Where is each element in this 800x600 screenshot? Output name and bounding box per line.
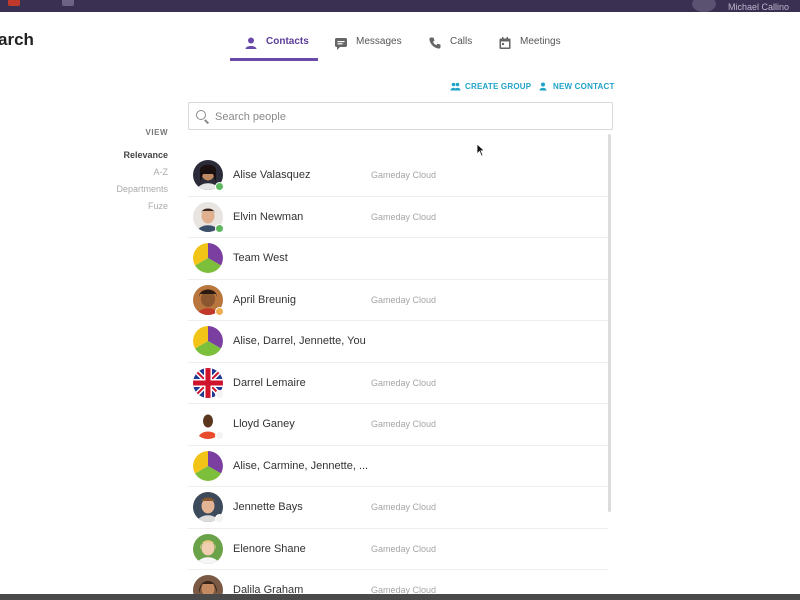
tab-meetings[interactable]: Meetings: [498, 30, 561, 60]
app-top-bar: Michael Callino: [0, 0, 800, 12]
new-contact-label: NEW CONTACT: [553, 82, 615, 91]
group-name: Team West: [233, 252, 288, 264]
contact-row[interactable]: Darrel Lemaire Gameday Cloud: [188, 363, 608, 404]
search-icon: [196, 110, 206, 120]
view-label: VIEW: [145, 128, 168, 137]
tab-label: Meetings: [520, 36, 561, 47]
user-name[interactable]: Michael Callino: [728, 2, 789, 12]
contact-row[interactable]: Elenore Shane Gameday Cloud: [188, 529, 608, 570]
view-option-fuze[interactable]: Fuze: [116, 201, 168, 211]
active-tab-indicator: [230, 58, 318, 61]
contact-name: Jennette Bays: [233, 501, 303, 513]
group-row[interactable]: Alise, Darrel, Jennette, You: [188, 321, 608, 363]
contact-row[interactable]: Elvin Newman Gameday Cloud: [188, 197, 608, 238]
group-name: Alise, Darrel, Jennette, You: [233, 335, 366, 347]
create-group-button[interactable]: CREATE GROUP: [450, 82, 531, 91]
view-filter: VIEW Relevance A-Z Departments Fuze: [116, 128, 168, 218]
menu-icon[interactable]: [62, 0, 74, 6]
view-option-a-z[interactable]: A-Z: [116, 167, 169, 177]
user-avatar[interactable]: [692, 0, 716, 12]
app-logo-icon[interactable]: [8, 0, 20, 6]
contact-row[interactable]: April Breunig Gameday Cloud: [188, 280, 608, 321]
contact-row[interactable]: Jennette Bays Gameday Cloud: [188, 487, 608, 529]
contact-name: Alise Valasquez: [233, 169, 311, 181]
bottom-bar: [0, 594, 800, 600]
group-row[interactable]: Team West: [188, 238, 608, 280]
search-input[interactable]: [213, 107, 607, 127]
contact-org: Gameday Cloud: [371, 585, 437, 594]
group-avatar: [193, 326, 223, 356]
tab-label: Messages: [356, 36, 402, 47]
view-option-departments[interactable]: Departments: [116, 184, 168, 194]
status-online-indicator: [215, 223, 224, 233]
group-avatar: [193, 243, 223, 273]
contact-name: April Breunig: [233, 293, 296, 306]
contacts-list: Alise Valasquez Gameday Cloud Elvin Newm…: [188, 155, 608, 594]
contact-name: Lloyd Ganey: [233, 418, 295, 430]
status-offline-indicator: [215, 431, 224, 440]
contact-org: Gameday Cloud: [371, 211, 437, 222]
new-contact-button[interactable]: NEW CONTACT: [538, 82, 615, 91]
calendar-icon: [498, 36, 512, 50]
group-add-icon: [450, 82, 461, 91]
phone-icon: [428, 36, 442, 50]
contact-org: Gameday Cloud: [371, 170, 437, 180]
avatar: [193, 533, 223, 564]
contact-row[interactable]: Dalila Graham Gameday Cloud: [188, 570, 608, 594]
create-group-label: CREATE GROUP: [465, 82, 532, 91]
contact-org: Gameday Cloud: [371, 377, 437, 388]
group-row[interactable]: Alise, Carmine, Jennette, ...: [188, 446, 608, 487]
tab-contacts[interactable]: Contacts: [244, 30, 309, 60]
person-add-icon: [538, 82, 549, 91]
tab-label: Calls: [450, 36, 473, 47]
page-title: arch: [0, 30, 34, 49]
contact-org: Gameday Cloud: [371, 543, 437, 554]
contact-name: Elvin Newman: [233, 210, 304, 223]
search-box: [188, 102, 613, 130]
contact-row[interactable]: Lloyd Ganey Gameday Cloud: [188, 404, 608, 446]
contact-name: Dalila Graham: [233, 584, 304, 594]
group-name: Alise, Carmine, Jennette, ...: [233, 459, 369, 472]
list-scrollbar[interactable]: [608, 134, 611, 512]
avatar: [193, 575, 223, 594]
status-offline-indicator: [215, 389, 224, 399]
tab-messages[interactable]: Messages: [334, 30, 402, 60]
contact-row[interactable]: Alise Valasquez Gameday Cloud: [188, 155, 608, 197]
group-avatar: [193, 450, 223, 481]
tab-calls[interactable]: Calls: [428, 30, 472, 60]
status-online-indicator: [215, 182, 224, 191]
person-icon: [244, 36, 258, 50]
contact-name: Darrel Lemaire: [233, 376, 306, 389]
view-option-relevance[interactable]: Relevance: [116, 150, 168, 160]
status-offline-indicator: [215, 514, 224, 523]
contact-name: Elenore Shane: [233, 542, 306, 555]
contact-org: Gameday Cloud: [371, 502, 437, 512]
status-away-indicator: [215, 306, 224, 316]
contact-org: Gameday Cloud: [371, 294, 437, 305]
chat-bubble-icon: [334, 36, 348, 50]
tab-label: Contacts: [266, 36, 309, 47]
contact-org: Gameday Cloud: [371, 419, 437, 429]
